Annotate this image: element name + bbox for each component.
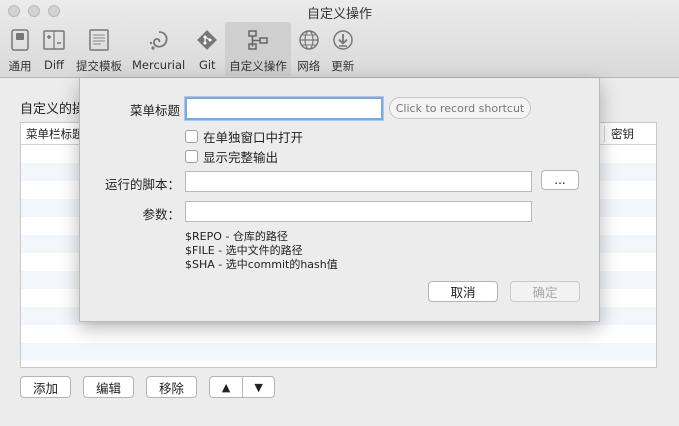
checkbox-box	[185, 150, 198, 163]
title-bar: 自定义操作 通用 Diff 提交模板 Mercurial Git 自定义操作 网…	[0, 0, 679, 78]
script-path-input[interactable]	[185, 171, 532, 192]
tab-git[interactable]: Git	[191, 22, 223, 76]
script-label: 运行的脚本：	[104, 177, 180, 192]
move-down-button[interactable]: ▼	[242, 377, 274, 397]
tab-diff[interactable]: Diff	[38, 22, 70, 76]
checkbox-box	[185, 130, 198, 143]
tab-network-label: 网络	[297, 59, 321, 73]
column-shortcut[interactable]: 密钥	[604, 125, 656, 142]
edit-button[interactable]: 编辑	[83, 376, 135, 398]
reorder-control: ▲ ▼	[209, 376, 276, 398]
tab-commit-template-label: 提交模板	[76, 59, 122, 73]
tab-diff-label: Diff	[44, 58, 64, 72]
ok-button[interactable]: 确定	[510, 281, 580, 302]
tab-network[interactable]: 网络	[293, 22, 325, 76]
record-shortcut-button[interactable]: Click to record shortcut	[389, 97, 531, 119]
custom-actions-icon	[246, 28, 270, 52]
help-line-sha: $SHA - 选中commit的hash值	[185, 258, 338, 271]
move-up-button[interactable]: ▲	[210, 377, 242, 397]
tab-mercurial[interactable]: Mercurial	[128, 22, 189, 76]
table-row	[21, 325, 656, 343]
diff-icon	[42, 28, 66, 52]
window-title: 自定义操作	[306, 7, 372, 22]
params-label: 参数：	[142, 207, 180, 222]
globe-icon	[297, 28, 321, 52]
open-in-window-checkbox[interactable]: 在单独窗口中打开	[185, 127, 303, 146]
variables-help: $REPO - 仓库的路径 $FILE - 选中文件的路径 $SHA - 选中c…	[185, 230, 338, 272]
open-in-window-label: 在单独窗口中打开	[203, 130, 304, 145]
show-full-output-label: 显示完整输出	[203, 150, 279, 165]
tab-commit-template[interactable]: 提交模板	[72, 22, 126, 76]
edit-action-sheet: 菜单标题 Click to record shortcut 在单独窗口中打开 显…	[79, 78, 600, 322]
tab-custom-actions[interactable]: 自定义操作	[225, 22, 291, 76]
menu-title-label: 菜单标题	[129, 103, 180, 118]
help-line-repo: $REPO - 仓库的路径	[185, 230, 288, 243]
switch-icon	[8, 28, 32, 52]
mercurial-icon	[147, 28, 171, 52]
tab-custom-actions-label: 自定义操作	[229, 59, 287, 73]
tab-general[interactable]: 通用	[4, 22, 36, 76]
menu-title-input[interactable]	[185, 97, 383, 120]
git-icon	[195, 28, 219, 52]
add-button[interactable]: 添加	[20, 376, 72, 398]
download-icon	[331, 28, 355, 52]
help-line-file: $FILE - 选中文件的路径	[185, 244, 303, 257]
show-full-output-checkbox[interactable]: 显示完整输出	[185, 147, 278, 166]
preferences-window: 自定义操作 通用 Diff 提交模板 Mercurial Git 自定义操作 网…	[0, 0, 679, 426]
tab-update[interactable]: 更新	[327, 22, 359, 76]
browse-script-button[interactable]: ...	[541, 170, 579, 190]
tab-general-label: 通用	[8, 59, 32, 73]
tab-mercurial-label: Mercurial	[132, 58, 186, 72]
remove-button[interactable]: 移除	[146, 376, 198, 398]
params-input[interactable]	[185, 201, 532, 222]
tab-update-label: 更新	[331, 59, 355, 73]
cancel-button[interactable]: 取消	[428, 281, 498, 302]
tab-git-label: Git	[198, 58, 216, 72]
document-icon	[87, 28, 111, 52]
table-actions: 添加 编辑 移除 ▲ ▼	[20, 376, 276, 398]
preferences-toolbar: 通用 Diff 提交模板 Mercurial Git 自定义操作 网络 更新	[4, 22, 361, 76]
table-row	[21, 343, 656, 361]
